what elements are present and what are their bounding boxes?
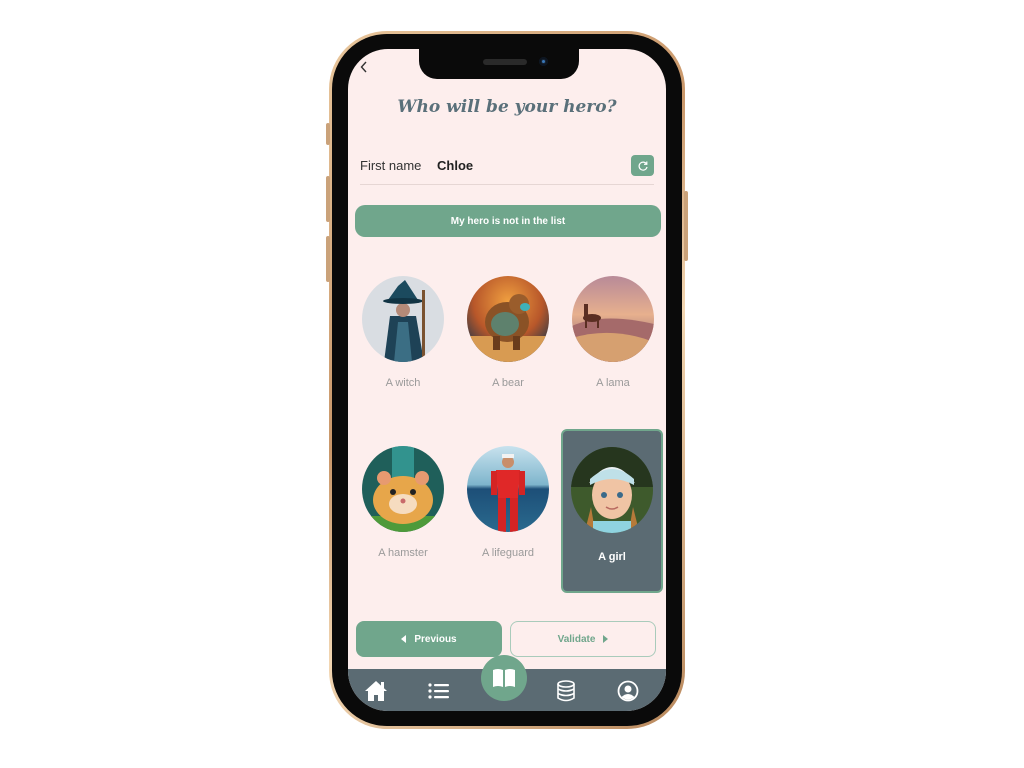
witch-avatar — [362, 276, 444, 362]
list-icon — [428, 683, 449, 699]
user-circle-icon — [617, 680, 639, 702]
tab-stories[interactable] — [481, 655, 527, 701]
hero-card-lama[interactable]: A lama — [563, 273, 663, 435]
volume-up-button — [326, 176, 330, 222]
app-screen: Who will be your hero? First name Chloe … — [348, 49, 666, 711]
tab-database[interactable] — [552, 677, 580, 705]
tab-bar — [348, 655, 666, 711]
hero-card-witch[interactable]: A witch — [353, 273, 453, 435]
speaker — [483, 59, 527, 65]
validate-button[interactable]: Validate — [510, 621, 656, 657]
page-title: Who will be your hero? — [397, 97, 617, 117]
home-icon — [365, 681, 387, 701]
first-name-label: First name — [360, 158, 422, 173]
tab-profile[interactable] — [614, 677, 642, 705]
back-button[interactable] — [360, 61, 368, 77]
refresh-name-button[interactable] — [631, 155, 654, 176]
hero-not-in-list-button[interactable]: My hero is not in the list — [355, 205, 661, 237]
hero-label: A lama — [596, 377, 630, 389]
caret-left-icon — [401, 635, 407, 643]
hero-card-bear[interactable]: A bear — [458, 273, 558, 435]
phone-body: Who will be your hero? First name Chloe … — [332, 34, 682, 726]
book-icon — [493, 669, 515, 687]
navigation-buttons: Previous Validate — [356, 621, 663, 657]
lama-avatar — [572, 276, 654, 362]
bear-avatar — [467, 276, 549, 362]
chevron-left-icon — [360, 61, 367, 73]
lifeguard-avatar — [467, 446, 549, 532]
tab-list[interactable] — [425, 677, 453, 705]
phone-frame: Who will be your hero? First name Chloe … — [326, 31, 688, 729]
hero-label: A hamster — [378, 547, 428, 559]
hero-card-hamster[interactable]: A hamster — [353, 443, 453, 605]
refresh-icon — [638, 161, 648, 171]
previous-label: Previous — [414, 633, 457, 645]
notch — [419, 49, 579, 79]
hero-card-lifeguard[interactable]: A lifeguard — [458, 443, 558, 605]
hero-label: A girl — [598, 551, 626, 563]
hero-card-girl[interactable]: A girl — [561, 429, 663, 593]
volume-down-button — [326, 236, 330, 282]
girl-avatar — [571, 447, 653, 533]
hero-label: A bear — [492, 377, 524, 389]
first-name-value[interactable]: Chloe — [437, 158, 473, 173]
first-name-row: First name Chloe — [360, 149, 654, 185]
mute-switch — [326, 123, 330, 145]
caret-right-icon — [603, 635, 609, 643]
power-button — [684, 191, 688, 261]
validate-label: Validate — [557, 633, 596, 645]
tab-home[interactable] — [362, 677, 390, 705]
database-icon — [557, 680, 575, 702]
hero-label: A lifeguard — [482, 547, 534, 559]
camera — [539, 57, 548, 66]
hamster-avatar — [362, 446, 444, 532]
previous-button[interactable]: Previous — [356, 621, 502, 657]
hero-label: A witch — [385, 377, 421, 389]
